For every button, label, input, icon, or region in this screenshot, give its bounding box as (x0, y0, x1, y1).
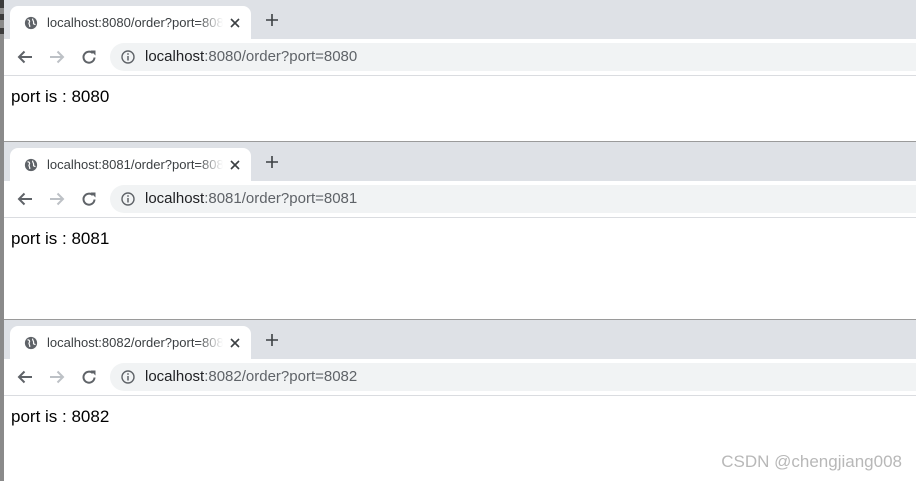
globe-icon (24, 16, 38, 30)
info-icon[interactable] (121, 50, 135, 64)
page-text: port is : 8082 (11, 407, 110, 426)
page-text: port is : 8080 (11, 87, 110, 106)
address-bar[interactable]: localhost:8080/order?port=8080 (110, 43, 916, 71)
url-path: :8081/order?port=8081 (204, 190, 358, 207)
browser-window-2: localhost:8081/order?port=8081 localhost… (4, 141, 916, 319)
close-icon[interactable] (228, 16, 242, 30)
page-content: port is : 8081 (4, 218, 916, 249)
page-text: port is : 8081 (11, 229, 110, 248)
url-host: localhost (145, 190, 205, 207)
arrow-left-icon[interactable] (16, 190, 34, 208)
address-bar[interactable]: localhost:8081/order?port=8081 (110, 185, 916, 213)
tab-strip: localhost:8082/order?port=8082 (4, 320, 916, 359)
close-icon[interactable] (228, 158, 242, 172)
toolbar: localhost:8080/order?port=8080 (4, 39, 916, 76)
tab-title: localhost:8082/order?port=8082 (47, 335, 223, 350)
tab-title: localhost:8081/order?port=8081 (47, 157, 223, 172)
info-icon[interactable] (121, 370, 135, 384)
globe-icon (24, 158, 38, 172)
tab-title: localhost:8080/order?port=8080 (47, 15, 223, 30)
url-text: localhost:8080/order?port=8080 (145, 48, 357, 66)
browser-tab[interactable]: localhost:8080/order?port=8080 (10, 6, 251, 39)
page-content: port is : 8080 (4, 76, 916, 107)
watermark: CSDN @chengjiang008 (721, 452, 902, 471)
close-icon[interactable] (228, 336, 242, 350)
url-host: localhost (145, 48, 205, 65)
url-host: localhost (145, 368, 205, 385)
arrow-right-icon[interactable] (48, 190, 66, 208)
url-path: :8082/order?port=8082 (204, 368, 358, 385)
info-icon[interactable] (121, 192, 135, 206)
browser-tab[interactable]: localhost:8081/order?port=8081 (10, 148, 251, 181)
tab-strip: localhost:8081/order?port=8081 (4, 142, 916, 181)
toolbar: localhost:8081/order?port=8081 (4, 181, 916, 218)
address-bar[interactable]: localhost:8082/order?port=8082 (110, 363, 916, 391)
arrow-right-icon[interactable] (48, 48, 66, 66)
arrow-right-icon[interactable] (48, 368, 66, 386)
arrow-left-icon[interactable] (16, 48, 34, 66)
plus-icon[interactable] (264, 154, 280, 170)
url-text: localhost:8081/order?port=8081 (145, 190, 357, 208)
url-text: localhost:8082/order?port=8082 (145, 368, 357, 386)
browser-tab[interactable]: localhost:8082/order?port=8082 (10, 326, 251, 359)
reload-icon[interactable] (80, 190, 98, 208)
browser-window-1: localhost:8080/order?port=8080 localhost… (4, 0, 916, 140)
url-path: :8080/order?port=8080 (204, 48, 358, 65)
reload-icon[interactable] (80, 48, 98, 66)
reload-icon[interactable] (80, 368, 98, 386)
globe-icon (24, 336, 38, 350)
tab-strip: localhost:8080/order?port=8080 (4, 0, 916, 39)
plus-icon[interactable] (264, 332, 280, 348)
toolbar: localhost:8082/order?port=8082 (4, 359, 916, 396)
plus-icon[interactable] (264, 12, 280, 28)
arrow-left-icon[interactable] (16, 368, 34, 386)
page-content: port is : 8082 (4, 396, 916, 427)
